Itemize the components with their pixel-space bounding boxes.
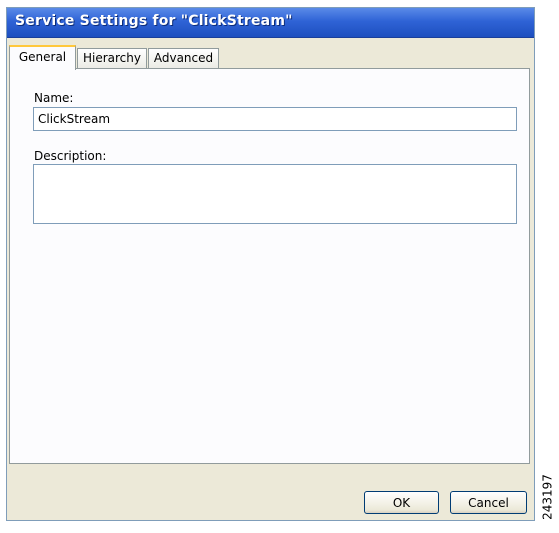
settings-dialog: Service Settings for "ClickStream" Gener… [6,7,535,521]
name-field[interactable] [33,107,517,131]
tab-hierarchy[interactable]: Hierarchy [77,48,147,68]
description-field[interactable] [33,164,517,224]
name-label: Name: [34,91,74,105]
title-bar[interactable]: Service Settings for "ClickStream" [7,8,534,38]
cancel-button[interactable]: Cancel [450,491,527,514]
dialog-title: Service Settings for "ClickStream" [15,13,293,29]
general-tab-panel: Name: Description: [9,68,530,464]
tab-advanced[interactable]: Advanced [148,48,219,68]
ok-button[interactable]: OK [364,491,439,514]
figure-id-text: 243197 [540,474,555,520]
tab-general[interactable]: General [9,45,76,70]
button-bar: OK Cancel [7,466,534,520]
figure-id: 243197 [540,470,555,525]
description-label: Description: [34,149,107,163]
